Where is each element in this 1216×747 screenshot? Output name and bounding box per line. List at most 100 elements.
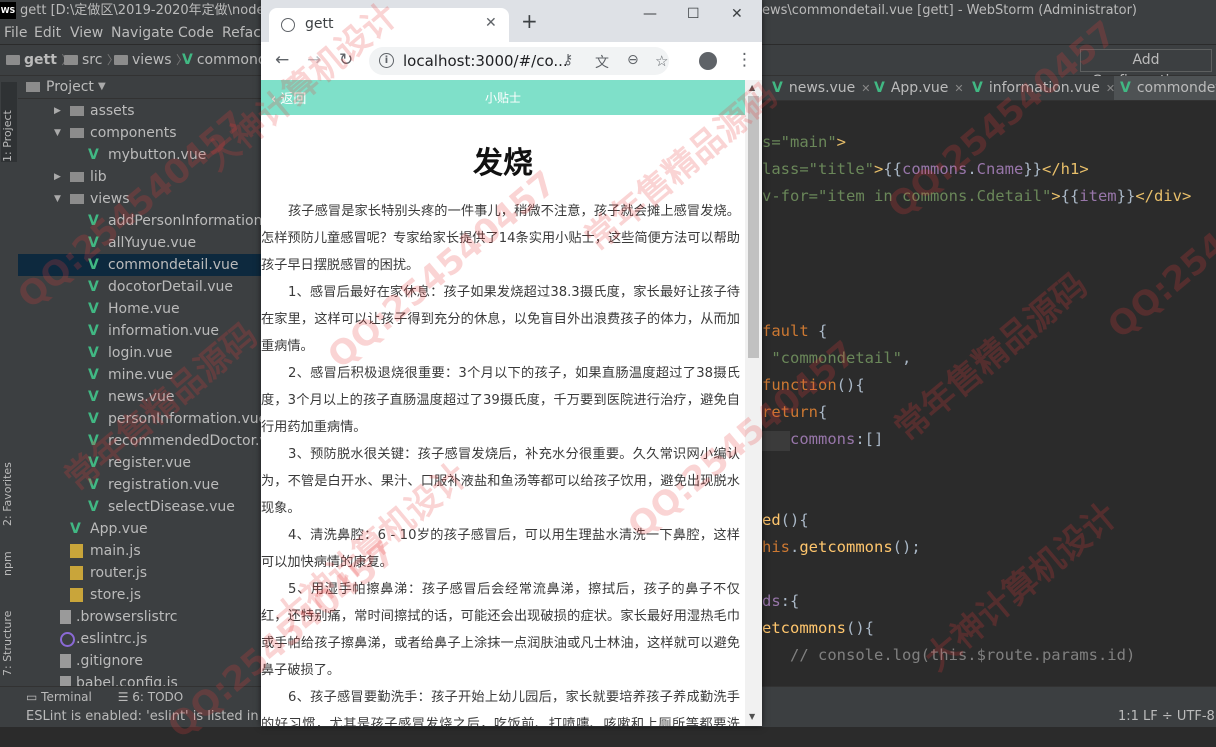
close-window-icon[interactable]: ✕ — [731, 6, 743, 22]
editor-tab-commondetail[interactable]: Vcommondetai — [1114, 76, 1216, 100]
tree-item-label: registration.vue — [108, 477, 219, 493]
close-icon[interactable]: ✕ — [954, 82, 963, 95]
tree-item[interactable]: .eslintrc.js — [18, 628, 261, 650]
chevron-right-icon[interactable]: ▶ — [54, 166, 61, 188]
scrollbar-thumb[interactable] — [748, 96, 759, 358]
tree-item[interactable]: VallYuyue.vue — [18, 232, 261, 254]
translate-icon[interactable]: 文 — [595, 52, 609, 72]
browser-window: gett ✕ + — ☐ ✕ ← → ↻ i localhost:3000/#/… — [261, 0, 762, 726]
vue-file-icon: V — [88, 257, 99, 273]
key-icon[interactable]: ⚷ — [563, 52, 573, 68]
code-line: ed(){ — [762, 511, 809, 529]
tool-tab-favorites[interactable]: 2: Favorites — [1, 436, 17, 526]
chevron-down-icon[interactable]: ▼ — [98, 76, 106, 98]
info-icon[interactable]: i — [379, 53, 394, 68]
code-editor[interactable]: s="main"> lass="title">{{commons.Cname}}… — [762, 101, 1216, 686]
tree-item[interactable]: ▶ lib — [18, 166, 261, 188]
tree-item[interactable]: store.js — [18, 584, 261, 606]
vue-file-icon: V — [88, 499, 99, 515]
web-page: ‹ 返回 小贴士 发烧 孩子感冒是家长特别头疼的一件事儿，稍微不注意，孩子就会摊… — [261, 80, 745, 726]
new-tab-icon[interactable]: + — [521, 11, 538, 31]
vue-file-icon: V — [88, 455, 99, 471]
eslint-file-icon — [60, 632, 75, 647]
article-paragraph: 4、清洗鼻腔：6 - 10岁的孩子感冒后，可以用生理盐水清洗一下鼻腔，这样可以加… — [261, 528, 740, 570]
scroll-down-icon[interactable]: ▼ — [749, 712, 755, 721]
tree-item[interactable]: VpersonInformation.vue — [18, 408, 267, 430]
tree-item[interactable]: VselectDisease.vue — [18, 496, 261, 518]
project-panel-header[interactable]: Project ▼ — [18, 76, 261, 99]
breadcrumb-src[interactable]: src 〉 — [64, 45, 119, 75]
tool-tab-structure[interactable]: 7: Structure — [1, 596, 17, 676]
tree-item-label: main.js — [90, 543, 141, 559]
tree-item[interactable]: Vmine.vue — [18, 364, 261, 386]
tree-item[interactable]: VrecommendedDoctor.vue — [18, 430, 285, 452]
tree-item[interactable]: Vmybutton.vue — [18, 144, 261, 166]
tree-item[interactable]: ▶ assets — [18, 100, 261, 122]
vue-file-icon: V — [88, 433, 99, 449]
menu-code[interactable]: Code — [178, 22, 214, 44]
project-icon — [26, 82, 40, 92]
editor-tab-app[interactable]: V App.vue ✕ — [870, 76, 966, 100]
menu-view[interactable]: View — [70, 22, 103, 44]
tool-tab-project[interactable]: 1: Project — [1, 82, 17, 162]
editor-tab-information[interactable]: Vinformation.vue ✕ — [968, 76, 1115, 100]
tree-item[interactable]: main.js — [18, 540, 261, 562]
todo-tab[interactable]: ☰ 6: TODO — [118, 690, 184, 704]
menu-refactor[interactable]: Refact — [222, 22, 266, 44]
close-icon[interactable]: ✕ — [485, 15, 497, 31]
folder-icon — [70, 128, 84, 138]
article-body: 孩子感冒是家长特别头疼的一件事儿，稍微不注意，孩子就会摊上感冒发烧。怎样预防儿童… — [261, 198, 745, 726]
tree-item[interactable]: Vnews.vue — [18, 386, 261, 408]
tree-item[interactable]: router.js — [18, 562, 261, 584]
browser-tab-strip: gett ✕ + — ☐ ✕ — [261, 0, 762, 42]
tree-item-label: selectDisease.vue — [108, 499, 235, 515]
reload-icon[interactable]: ↻ — [339, 50, 353, 70]
forward-arrow-icon[interactable]: → — [307, 50, 321, 70]
tree-item[interactable]: ▼ views — [18, 188, 261, 210]
tool-tab-npm[interactable]: npm — [1, 536, 17, 576]
tree-item[interactable]: VaddPersonInformation.vue — [18, 210, 293, 232]
tree-item[interactable]: Vregister.vue — [18, 452, 261, 474]
project-header-label: Project — [46, 79, 94, 95]
vue-file-icon: V — [972, 80, 983, 96]
tree-item[interactable]: V Home.vue — [18, 298, 261, 320]
tree-item[interactable]: Vcommondetail.vue — [18, 254, 261, 276]
tree-item[interactable]: V App.vue — [18, 518, 261, 540]
profile-avatar-icon[interactable] — [699, 52, 717, 70]
address-bar[interactable]: i localhost:3000/#/co... ⚷ 文 ⊖ ☆ — [369, 47, 669, 75]
tree-item[interactable]: Vinformation.vue — [18, 320, 261, 342]
tree-item[interactable]: .browserslistrc — [18, 606, 261, 628]
tree-item[interactable]: Vlogin.vue — [18, 342, 261, 364]
scroll-up-icon[interactable]: ▲ — [749, 83, 755, 92]
zoom-icon[interactable]: ⊖ — [627, 52, 639, 68]
menu-navigate[interactable]: Navigate — [111, 22, 174, 44]
page-scrollbar[interactable]: ▲ ▼ — [745, 80, 762, 726]
breadcrumb-views[interactable]: views 〉 — [114, 45, 188, 75]
tree-item[interactable]: .gitignore — [18, 650, 261, 672]
back-arrow-icon[interactable]: ← — [275, 50, 289, 70]
chevron-right-icon[interactable]: ▶ — [54, 100, 61, 122]
vue-file-icon: V — [88, 477, 99, 493]
terminal-tab[interactable]: ▭ Terminal — [26, 690, 92, 704]
tree-item-label: news.vue — [108, 389, 175, 405]
tree-item[interactable]: VdocotorDetail.vue — [18, 276, 261, 298]
minimize-icon[interactable]: — — [643, 6, 657, 22]
code-line: etcommons(){ — [762, 619, 874, 637]
chevron-down-icon[interactable]: ▼ — [54, 188, 61, 210]
breadcrumb-file[interactable]: Vcommond — [182, 45, 267, 75]
code-line: function(){ — [762, 376, 865, 394]
chevron-down-icon[interactable]: ▼ — [54, 122, 61, 144]
folder-icon — [114, 55, 128, 65]
maximize-icon[interactable]: ☐ — [687, 6, 700, 22]
menu-dots-icon[interactable]: ⋮ — [736, 50, 753, 70]
menu-file[interactable]: File — [4, 22, 27, 44]
code-line: // console.log(this.$route.params.id) — [790, 646, 1136, 664]
menu-edit[interactable]: Edit — [34, 22, 61, 44]
browser-tab[interactable]: gett ✕ — [269, 8, 509, 42]
tree-item-label: personInformation.vue — [108, 411, 268, 427]
tree-item[interactable]: ▼ components — [18, 122, 261, 144]
tree-item[interactable]: Vregistration.vue — [18, 474, 261, 496]
add-configuration-button[interactable]: Add Configuration... — [1080, 49, 1212, 89]
bookmark-star-icon[interactable]: ☆ — [655, 52, 668, 70]
editor-tab-news[interactable]: Vnews.vue ✕ — [768, 76, 871, 100]
